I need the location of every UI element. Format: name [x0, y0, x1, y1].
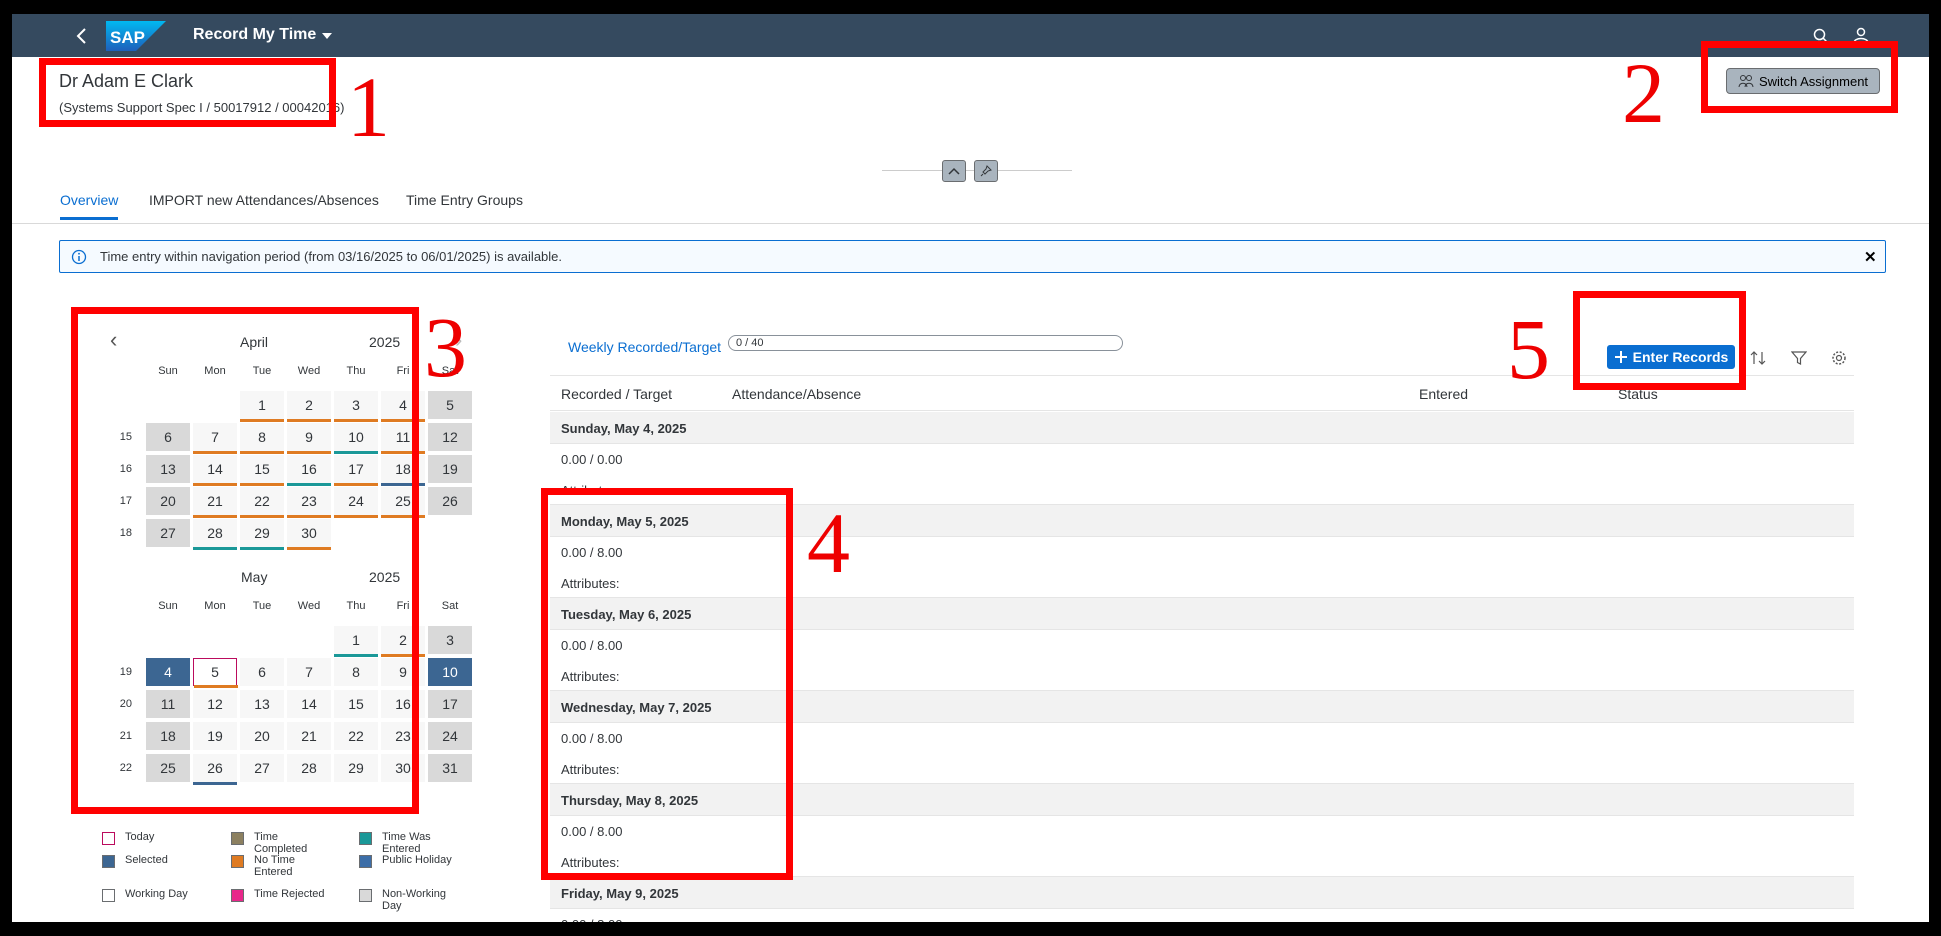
- calendar-day[interactable]: 31: [428, 754, 472, 782]
- sort-icon: [1750, 351, 1766, 365]
- calendar-day[interactable]: 10: [428, 658, 472, 686]
- annotation-number-4: 4: [807, 495, 850, 591]
- legend-swatch: [359, 832, 372, 845]
- app-title-dropdown-icon[interactable]: [322, 33, 332, 39]
- recorded-target-value: 0.00 / 0.00: [561, 452, 623, 467]
- calendar-day-number: 31: [442, 760, 458, 776]
- tab-time-entry-groups[interactable]: Time Entry Groups: [406, 192, 523, 217]
- calendar-day[interactable]: 12: [428, 423, 472, 451]
- calendar-day[interactable]: 19: [428, 455, 472, 483]
- weekly-progress-bar: 0 / 40: [728, 335, 1123, 351]
- weekly-progress-text: 0 / 40: [736, 337, 764, 349]
- tab-overview[interactable]: Overview: [60, 192, 119, 220]
- calendar-day-number: 3: [446, 632, 454, 648]
- back-icon[interactable]: [72, 26, 92, 46]
- annotation-number-1: 1: [347, 59, 390, 155]
- calendar-day-number: 5: [446, 397, 454, 413]
- chevron-up-icon: [948, 167, 960, 175]
- legend-label: Time Was Entered: [382, 831, 431, 855]
- info-message-strip: Time entry within navigation period (fro…: [59, 240, 1886, 273]
- annotation-box-5: [1573, 291, 1746, 390]
- info-icon: [71, 249, 87, 265]
- legend-label: Working Day: [125, 888, 188, 900]
- app-frame: SAP Record My Time Dr Adam E Clark (Syst…: [12, 14, 1929, 922]
- legend-label: Non-Working Day: [382, 888, 446, 912]
- legend-label: Public Holiday: [382, 854, 452, 866]
- calendar-day[interactable]: 5: [428, 391, 472, 419]
- annotation-number-5: 5: [1507, 301, 1550, 397]
- filter-button[interactable]: [1787, 347, 1811, 369]
- calendar-day[interactable]: 3: [428, 626, 472, 654]
- pin-header-button[interactable]: [974, 160, 998, 182]
- calendar-day-number: 12: [442, 429, 458, 445]
- annotation-box-4: [541, 488, 793, 880]
- app-title[interactable]: Record My Time: [193, 26, 316, 44]
- recorded-target-value: 0.00 / 8.00: [561, 917, 622, 922]
- legend-swatch: [231, 889, 244, 902]
- day-group-date: Friday, May 9, 2025: [561, 886, 679, 901]
- day-group-date: Sunday, May 4, 2025: [561, 421, 687, 436]
- calendar-day[interactable]: 26: [428, 487, 472, 515]
- legend-label: Time Completed: [254, 831, 308, 855]
- filter-icon: [1791, 351, 1807, 365]
- day-group-header[interactable]: Sunday, May 4, 2025: [550, 412, 1854, 444]
- calendar-day[interactable]: 24: [428, 722, 472, 750]
- legend-swatch: [102, 855, 115, 868]
- close-icon[interactable]: ✕: [1864, 248, 1877, 266]
- annotation-box-1: [39, 58, 336, 127]
- svg-text:SAP: SAP: [110, 28, 145, 47]
- settings-button[interactable]: [1827, 347, 1851, 369]
- gear-icon: [1832, 351, 1846, 365]
- sap-logo[interactable]: SAP: [106, 21, 166, 51]
- legend-label: No Time Entered: [254, 854, 295, 878]
- calendar-day[interactable]: 17: [428, 690, 472, 718]
- info-message-text: Time entry within navigation period (fro…: [100, 249, 563, 264]
- tab-bar: Overview IMPORT new Attendances/Absences…: [12, 192, 1929, 224]
- legend-swatch: [102, 832, 115, 845]
- legend-label: Today: [125, 831, 155, 843]
- legend-swatch: [359, 889, 372, 902]
- calendar-day-number: 19: [442, 461, 458, 477]
- calendar-day-number: 26: [442, 493, 458, 509]
- annotation-number-2: 2: [1622, 45, 1665, 141]
- collapse-header-button[interactable]: [942, 160, 966, 182]
- calendar-day-number: 24: [442, 728, 458, 744]
- annotation-box-2: [1701, 41, 1898, 113]
- annotation-box-3: [71, 307, 419, 814]
- legend-swatch: [359, 855, 372, 868]
- weekday-label: Sat: [441, 600, 459, 612]
- column-entered: Entered: [1419, 386, 1469, 402]
- table-row[interactable]: 0.00 / 8.000.00Hours: [550, 909, 1854, 922]
- weekly-recorded-target-label[interactable]: Weekly Recorded/Target: [568, 339, 721, 355]
- tab-import[interactable]: IMPORT new Attendances/Absences: [149, 192, 379, 217]
- column-attendance-absence: Attendance/Absence: [732, 386, 862, 402]
- sort-button[interactable]: [1746, 347, 1770, 369]
- column-recorded-target: Recorded / Target: [561, 386, 673, 402]
- legend-swatch: [231, 832, 244, 845]
- annotation-number-3: 3: [424, 299, 467, 395]
- pin-icon: [980, 165, 992, 177]
- legend-swatch: [231, 855, 244, 868]
- calendar-day-number: 10: [442, 664, 458, 680]
- legend-label: Selected: [125, 854, 168, 866]
- legend-swatch: [102, 889, 115, 902]
- day-group-header[interactable]: Friday, May 9, 2025: [550, 877, 1854, 909]
- calendar-day-number: 17: [442, 696, 458, 712]
- legend-label: Time Rejected: [254, 888, 325, 900]
